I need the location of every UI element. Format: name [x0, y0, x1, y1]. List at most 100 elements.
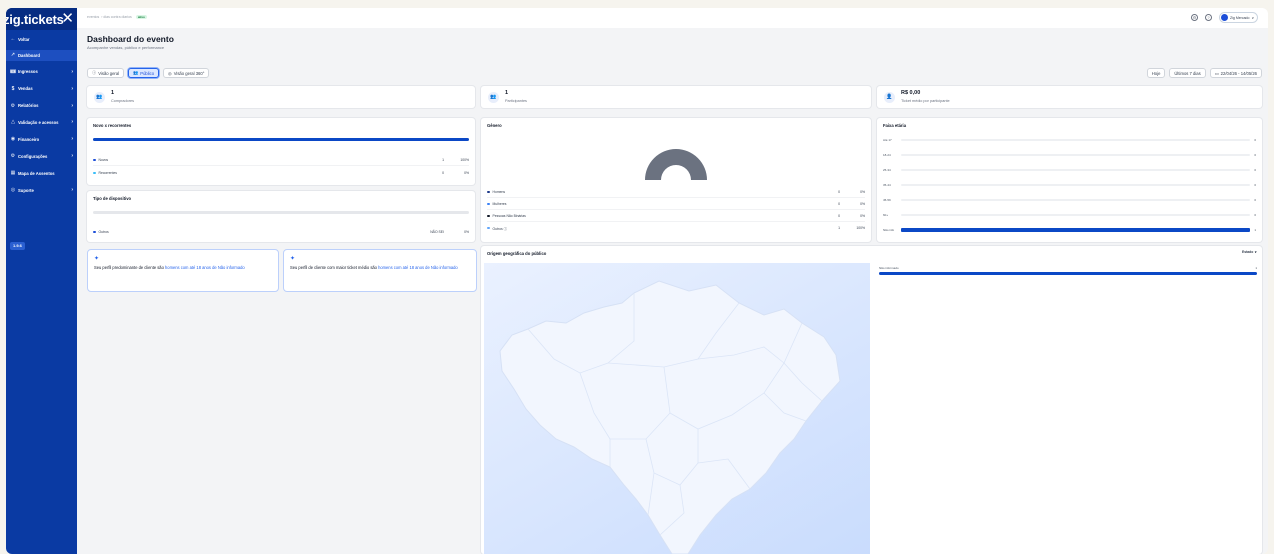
legend-dot	[93, 230, 96, 234]
age-row: 60+ 0	[883, 211, 1256, 219]
legend-percent: 0%	[860, 190, 865, 194]
map-country-outline[interactable]	[499, 280, 841, 554]
legend-count: 0	[838, 214, 840, 218]
coin-icon: ◉	[10, 136, 16, 143]
sidebar-nav: ← Voltar ↗ Dashboard 🎟 Ingressos › $ Ven…	[6, 33, 77, 201]
age-row: 45-59 0	[883, 196, 1256, 204]
age-label: Não info	[883, 228, 895, 232]
chart-line-icon: ↗	[10, 52, 16, 59]
age-value: 0	[1254, 153, 1256, 157]
age-row: 35-44 0	[883, 181, 1256, 189]
close-sidebar-icon[interactable]: ✕	[61, 10, 74, 28]
age-value: 0	[1254, 213, 1256, 217]
kpi-label: Compradores	[111, 99, 135, 103]
legend-label: Mulheres	[492, 202, 507, 206]
shield-icon: △	[11, 119, 15, 126]
users-icon: 👥	[488, 92, 499, 103]
legend-label: Pessoas Não Binárias	[492, 214, 526, 218]
age-label: Até 17	[883, 138, 892, 142]
sidebar-item-financeiro[interactable]: ◉ Financeiro ›	[6, 133, 77, 145]
sort-dropdown[interactable]: Estado ∨	[1242, 250, 1257, 254]
kpi-value: 1	[505, 90, 509, 96]
legend-percent: 0%	[860, 202, 865, 206]
age-bar-track	[901, 228, 1250, 232]
info-icon: ⓘ	[92, 70, 97, 75]
tab-visao-geral[interactable]: ⓘ Visão geral	[87, 68, 125, 78]
page-subtitle: Acompanhe vendas, público e performance	[87, 45, 165, 50]
date-range-value: 22/04/26 - 14/05/26	[1220, 70, 1257, 76]
sidebar-item-dashboard[interactable]: ↗ Dashboard	[6, 49, 77, 61]
legend-dot	[93, 158, 96, 162]
age-bar-track	[901, 184, 1250, 186]
sidebar-item-label: Validação e acessos	[18, 119, 59, 125]
sidebar-item-label: Financeiro	[18, 136, 40, 142]
sidebar-item-configuracoes[interactable]: ⚙ Configurações ›	[6, 150, 77, 162]
legend-label: Recorrentes	[98, 171, 117, 175]
origem-bar-fill	[879, 272, 1257, 275]
breadcrumb-root[interactable]: eventos	[87, 15, 99, 19]
avatar	[1220, 14, 1228, 21]
insight-card-ticket: ✦ Seu perfil de cliente com maior ticket…	[283, 249, 477, 292]
date-range-picker[interactable]: ▭ 22/04/26 - 14/05/26	[1209, 68, 1262, 78]
insight-highlight: homens com até 18 anos de Não informado	[378, 265, 458, 270]
card-title: Gênero	[487, 123, 502, 128]
origem-label: Não informado	[879, 266, 899, 270]
kpi-card-compradores: 👥 1 Compradores	[87, 86, 475, 108]
settings-icon[interactable]: ⚙	[1190, 14, 1198, 21]
sidebar-item-ingressos[interactable]: 🎟 Ingressos ›	[6, 66, 77, 78]
legend-row-recorrentes: Recorrentes 0 0%	[93, 169, 469, 177]
sparkle-icon: ✦	[94, 256, 100, 262]
divider	[487, 197, 865, 198]
range-today-button[interactable]: Hoje	[1146, 68, 1166, 78]
breadcrumb-event[interactable]: › dias contra diarios	[101, 15, 132, 19]
main-content: eventos › dias contra diarios ativo ⚙ ? …	[77, 8, 1268, 554]
age-label: 25-34	[883, 168, 891, 172]
age-row: 18-24 0	[883, 151, 1256, 159]
user-menu[interactable]: Zig Mercado ∨	[1218, 12, 1258, 23]
sidebar-item-label: Vendas	[18, 86, 33, 92]
card-novos-recorrentes: Novo x recorrentes Novos 1 100% Recorren…	[87, 118, 475, 185]
divider	[487, 221, 865, 222]
chevron-down-icon: ∨	[1251, 15, 1254, 20]
sidebar-item-label: Mapa de Assentos	[18, 170, 55, 176]
card-title: Faixa etária	[883, 123, 907, 128]
age-row: 25-34 0	[883, 166, 1256, 174]
age-bar-track	[901, 169, 1250, 171]
brazil-map-svg	[499, 280, 841, 554]
help-icon[interactable]: ?	[1204, 14, 1212, 21]
donut-slice-outros	[645, 149, 707, 180]
kpi-label: Participantes	[505, 99, 527, 103]
sidebar-item-relatorios[interactable]: ⚙ Relatórios ›	[6, 100, 77, 112]
tab-publico[interactable]: 👥 Público	[128, 68, 160, 78]
age-row: Não info 1	[883, 226, 1256, 234]
age-label: 60+	[883, 213, 889, 217]
sidebar-item-voltar[interactable]: ← Voltar	[6, 33, 77, 45]
gender-donut-chart	[645, 149, 707, 180]
arrow-left-icon: ←	[10, 36, 16, 42]
legend-label: Outros ⓘ	[492, 226, 508, 231]
breadcrumb: eventos › dias contra diarios ativo	[87, 15, 147, 19]
range-7days-button[interactable]: Últimos 7 dias	[1169, 68, 1206, 78]
sidebar-item-validacao[interactable]: △ Validação e acessos ›	[6, 116, 77, 128]
card-tipo-dispositivo: Tipo de dispositivo Outros NÃO SEI 0%	[87, 191, 475, 242]
sidebar-item-mapa-assentos[interactable]: ▦ Mapa de Assentos	[6, 167, 77, 179]
card-title: Tipo de dispositivo	[93, 196, 132, 201]
age-value: 0	[1254, 198, 1256, 202]
sidebar-item-vendas[interactable]: $ Vendas ›	[6, 83, 77, 95]
chevron-right-icon: ›	[71, 102, 73, 109]
legend-count: 1	[838, 226, 840, 230]
legend-row-mulheres: Mulheres 0 0%	[487, 200, 865, 208]
seat-map-icon: ▦	[10, 170, 16, 177]
card-origem-geografica: Origem geográfica do público Estado ∨ Nã…	[481, 246, 1262, 554]
sidebar: zig.tickets ✕ ← Voltar ↗ Dashboard 🎟 Ing…	[6, 8, 77, 554]
age-row: Até 17 0	[883, 136, 1256, 144]
sidebar-item-suporte[interactable]: ◎ Suporte ›	[6, 184, 77, 196]
age-bar-track	[901, 214, 1250, 216]
topbar: eventos › dias contra diarios ativo ⚙ ? …	[77, 8, 1268, 28]
kpi-card-participantes: 👥 1 Participantes	[481, 86, 871, 108]
insight-text: Seu perfil de cliente com maior ticket m…	[290, 265, 470, 271]
tab-visao-360[interactable]: ◎ Visão geral 360°	[163, 68, 210, 78]
legend-percent: 100%	[460, 158, 469, 162]
legend-count: 1	[442, 158, 444, 162]
dollar-icon: $	[11, 85, 15, 92]
